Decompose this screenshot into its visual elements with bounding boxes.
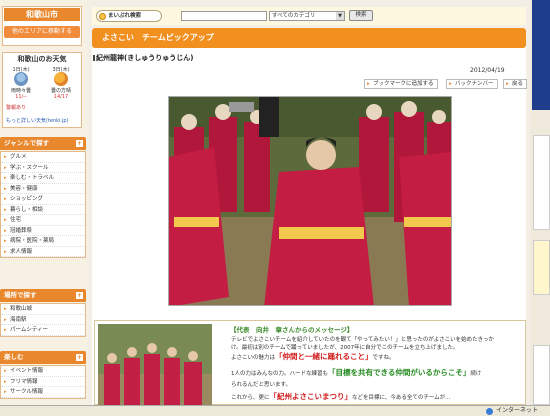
place-item[interactable]: 和歌山城 xyxy=(1,304,85,315)
rain-cloud-icon xyxy=(14,72,28,86)
category-select-value: すべてのカテゴリ xyxy=(272,13,316,19)
genre-item[interactable]: 病院・医院・薬局 xyxy=(1,236,85,247)
right-banner[interactable] xyxy=(532,0,550,110)
place-item[interactable]: 海南駅 xyxy=(1,315,85,325)
enjoy-section-header[interactable]: 楽しむ + xyxy=(0,351,86,364)
genre-menu: グルメ 学ぶ・スクール 楽しむ・トラベル 美容・健康 ショッピング 暮らし・相談… xyxy=(0,151,86,258)
genre-section-title: ジャンルで探す xyxy=(4,139,50,147)
team-photo xyxy=(168,96,452,306)
message-line: よさこいの魅力は「仲間と一緒に踊れること」ですね。 xyxy=(231,353,523,362)
genre-item[interactable]: 冠婚葬祭 xyxy=(1,226,85,236)
back-button[interactable]: 戻る xyxy=(503,79,528,89)
place-section-title: 場所で探す xyxy=(4,291,37,299)
message-line: られるんだと思います。 xyxy=(231,382,291,388)
genre-item[interactable]: グルメ xyxy=(1,152,85,163)
cloud-sun-icon xyxy=(54,72,68,86)
members-photo-image xyxy=(98,324,212,405)
bookmark-button[interactable]: ブックマークに追加する xyxy=(364,79,438,89)
message-text: などを目標に、今ある全てのチームが... xyxy=(352,395,451,401)
chevron-down-icon: ▼ xyxy=(336,12,344,20)
enjoy-item[interactable]: サークル情報 xyxy=(1,387,85,398)
message-heading: 【代表 向井 章さんからのメッセージ】 xyxy=(230,326,354,334)
place-section-header[interactable]: 場所で探す + xyxy=(0,289,86,302)
category-select[interactable]: すべてのカテゴリ ▼ xyxy=(269,11,345,21)
expand-icon: + xyxy=(76,292,83,299)
place-menu: 和歌山城 海南駅 パームシティー xyxy=(0,303,86,337)
message-highlight: 「目標を共有できる仲間がいるからこそ」 xyxy=(328,368,471,377)
globe-icon xyxy=(486,408,493,415)
enjoy-item[interactable]: フリマ情報 xyxy=(1,377,85,387)
genre-item[interactable]: 楽しむ・トラベル xyxy=(1,173,85,184)
message-text: よさこいの魅力は xyxy=(231,355,276,361)
weather-temp: 11/-- xyxy=(15,94,27,100)
search-label: まいぷれ検索 xyxy=(96,10,162,22)
team-name: 紀州龍神(きしゅうりゅうじん) xyxy=(96,54,194,62)
bullet-icon xyxy=(93,55,95,61)
weather-desc: 曇の方晴 xyxy=(50,88,71,94)
expand-icon: + xyxy=(76,140,83,147)
post-date: 2012/04/19 xyxy=(470,67,505,74)
weather-more-link[interactable]: もっと詳しい天気(tenki.jp) xyxy=(6,117,69,124)
status-bar: インターネット xyxy=(0,405,550,416)
city-title: 和歌山市 xyxy=(4,8,80,21)
genre-item[interactable]: 学ぶ・スクール xyxy=(1,163,85,173)
message-line: け。最初は別のチームで踊っていましたが、2007年に自分でこのチームを立ち上げま… xyxy=(231,345,459,351)
weather-desc: 雨時々曇 xyxy=(10,88,31,94)
enjoy-section-title: 楽しむ xyxy=(4,353,24,361)
members-photo xyxy=(98,324,212,405)
genre-item[interactable]: 美容・健康 xyxy=(1,184,85,194)
message-line: 1人の力はみんなの力。ハードな練習も「目標を共有できる仲間がいるからこそ」続け xyxy=(231,369,523,378)
team-photo-image xyxy=(169,97,451,305)
back-number-button[interactable]: バックナンバー xyxy=(446,79,498,89)
message-highlight: 「紀州よさこいまつり」 xyxy=(269,392,353,401)
change-area-button[interactable]: 他のエリアに移動する xyxy=(4,26,80,38)
genre-item[interactable]: ショッピング xyxy=(1,194,85,205)
search-label-text: まいぷれ検索 xyxy=(108,13,142,19)
page-title: よさこい チームピックアップ xyxy=(92,28,526,48)
message-text: ですね。 xyxy=(372,355,395,361)
message-text: これから、更に xyxy=(231,395,270,401)
genre-item[interactable]: 求人情報 xyxy=(1,247,85,257)
enjoy-item[interactable]: イベント情報 xyxy=(1,366,85,377)
message-line: テレビでよさこいチームを紹介していたのを観て「やってみたい！」と思ったのがよさこ… xyxy=(231,337,494,343)
enjoy-menu: イベント情報 フリマ情報 サークル情報 xyxy=(0,365,86,399)
right-ad[interactable] xyxy=(533,240,550,295)
right-panel xyxy=(533,135,550,230)
weather-title: 和歌山のお天気 xyxy=(17,55,67,63)
weather-alert-link[interactable]: 警報あり xyxy=(6,104,26,111)
right-panel xyxy=(533,345,550,405)
weather-temp: 14/17 xyxy=(53,94,69,100)
genre-item[interactable]: 住宅 xyxy=(1,215,85,226)
genre-item[interactable]: 暮らし・相談 xyxy=(1,205,85,215)
place-item[interactable]: パームシティー xyxy=(1,325,85,336)
internet-zone-label: インターネット xyxy=(496,407,539,414)
search-button[interactable]: 検索 xyxy=(349,10,373,21)
genre-section-header[interactable]: ジャンルで探す + xyxy=(0,137,86,150)
message-highlight: 「仲間と一緒に踊れること」 xyxy=(275,352,373,361)
message-text: 続け xyxy=(470,371,482,377)
message-line: これから、更に「紀州よさこいまつり」などを目標に、今ある全てのチームが... xyxy=(231,393,523,402)
search-input[interactable] xyxy=(181,11,267,21)
search-logo-icon xyxy=(99,12,106,20)
expand-icon: + xyxy=(76,354,83,361)
message-text: 1人の力はみんなの力。ハードな練習も xyxy=(231,371,329,377)
